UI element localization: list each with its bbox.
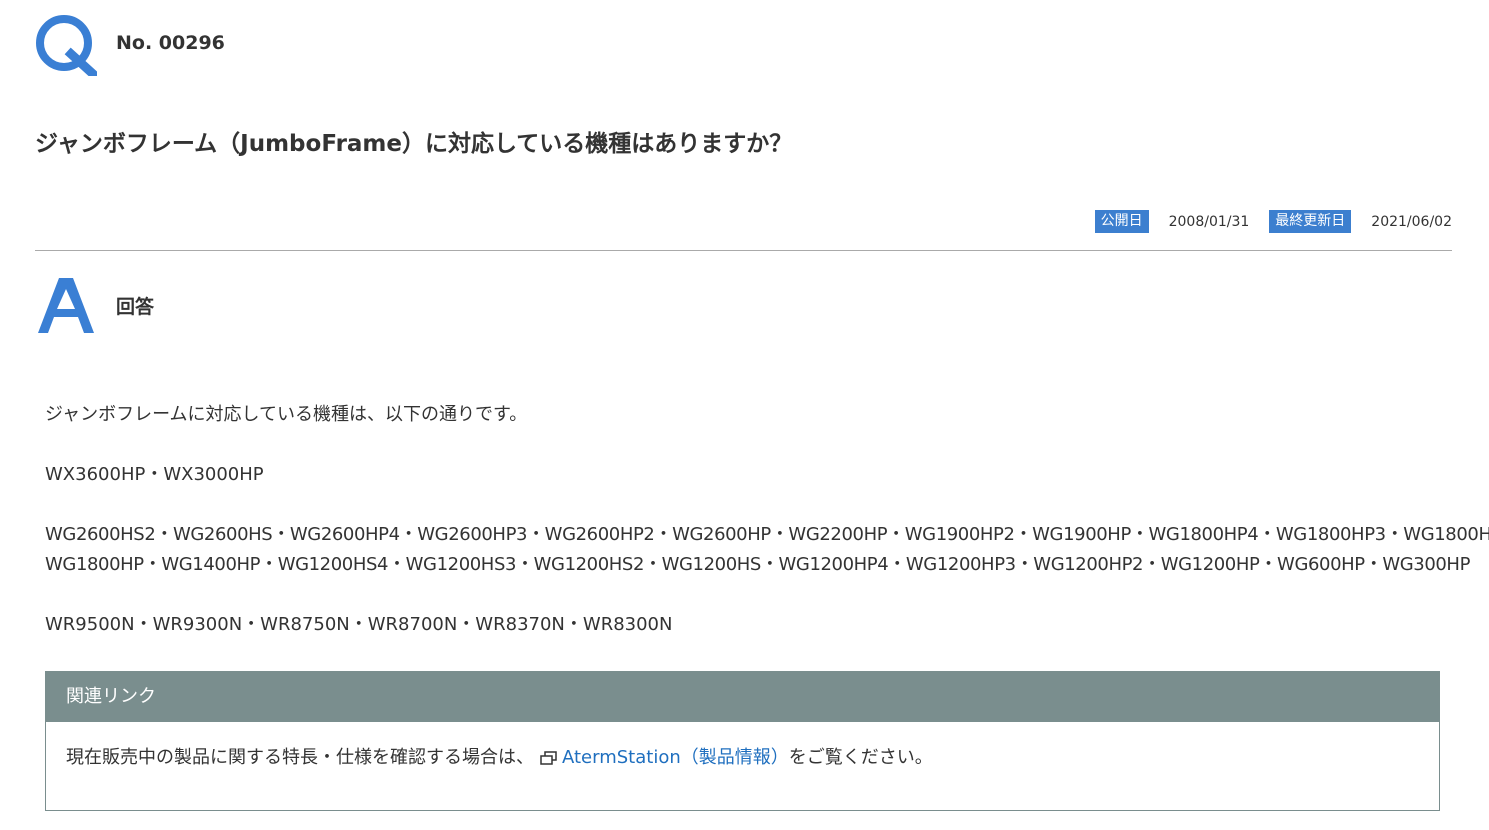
answer-header: 回答	[37, 276, 154, 334]
q-letter-icon	[36, 15, 97, 76]
models-wg-line-1: WG2600HS2・WG2600HS・WG2600HP4・WG2600HP3・W…	[45, 524, 1489, 545]
question-title: ジャンボフレーム（JumboFrame）に対応している機種はありますか？	[35, 131, 793, 157]
updated-label: 最終更新日	[1269, 210, 1352, 233]
models-wg-line-2: WG1800HP・WG1400HP・WG1200HS4・WG1200HS3・WG…	[45, 554, 1471, 575]
question-header: No. 00296	[35, 14, 225, 76]
models-wr: WR9500N・WR9300N・WR8750N・WR8700N・WR8370N・…	[45, 614, 673, 635]
external-link-icon	[540, 751, 557, 765]
answer-intro: ジャンボフレームに対応している機種は、以下の通りです。	[45, 404, 528, 425]
published-label: 公開日	[1094, 210, 1149, 233]
related-links-content: 現在販売中の製品に関する特長・仕様を確認する場合は、 AtermStation（…	[46, 743, 1439, 769]
related-links-box: 関連リンク 現在販売中の製品に関する特長・仕様を確認する場合は、 AtermSt…	[45, 671, 1440, 811]
atermstation-link[interactable]: AtermStation（製品情報）	[562, 747, 789, 768]
related-links-header: 関連リンク	[46, 672, 1439, 722]
models-wg: WG2600HS2・WG2600HS・WG2600HP4・WG2600HP3・W…	[45, 520, 1489, 580]
question-number: No. 00296	[116, 32, 225, 54]
updated-date: 2021/06/02	[1371, 213, 1452, 230]
date-info: 公開日 2008/01/31 最終更新日 2021/06/02	[1094, 210, 1452, 233]
related-text-before: 現在販売中の製品に関する特長・仕様を確認する場合は、	[66, 747, 534, 768]
a-letter-icon	[38, 278, 94, 333]
answer-body: ジャンボフレームに対応している機種は、以下の通りです。 WX3600HP・WX3…	[45, 400, 1489, 640]
related-text-after: をご覧ください。	[788, 747, 933, 768]
models-wx: WX3600HP・WX3000HP	[45, 464, 264, 485]
published-date: 2008/01/31	[1168, 213, 1250, 230]
faq-page: No. 00296 ジャンボフレーム（JumboFrame）に対応している機種は…	[0, 0, 1489, 830]
divider	[35, 250, 1452, 251]
answer-label: 回答	[116, 296, 155, 318]
